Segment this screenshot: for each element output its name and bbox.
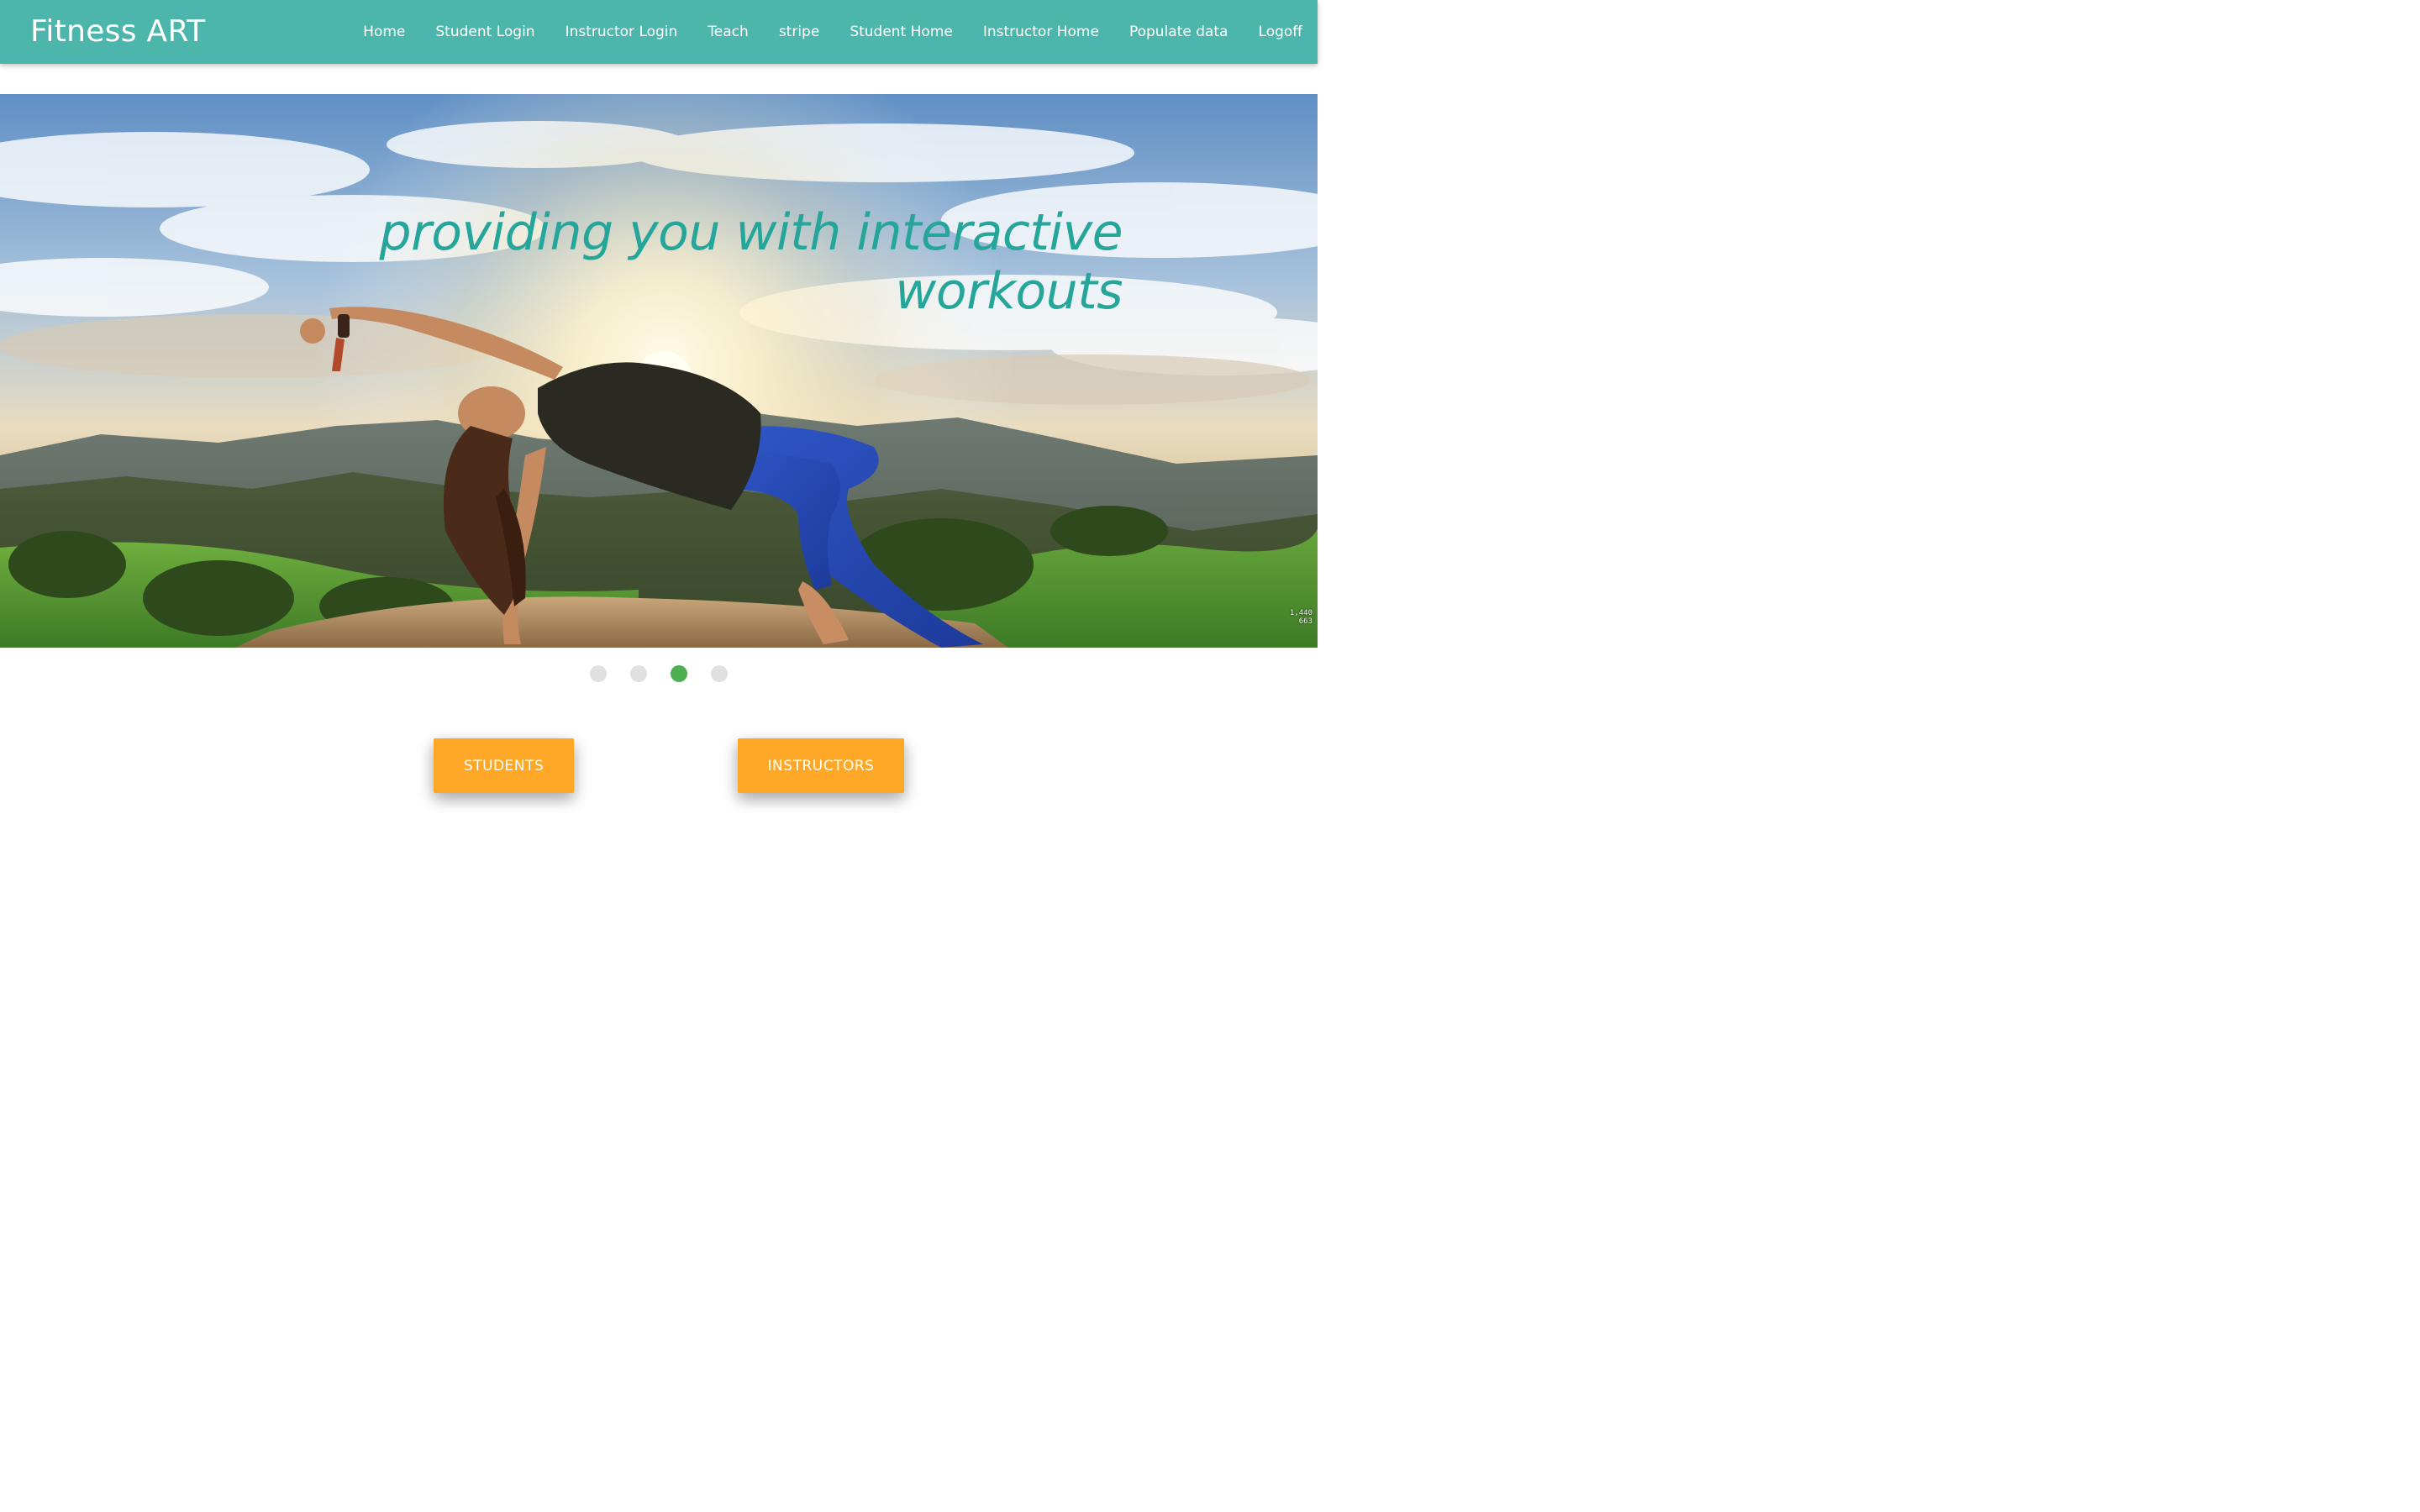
nav-link-home[interactable]: Home	[348, 0, 420, 64]
hero-slider[interactable]: providing you with interactive workouts …	[0, 94, 1318, 648]
brand-logo[interactable]: Fitness ART	[30, 12, 205, 52]
slider-indicator-1[interactable]	[590, 665, 607, 682]
slider-indicators	[0, 665, 1318, 682]
slider-indicator-4[interactable]	[711, 665, 728, 682]
slide-caption: providing you with interactive workouts	[366, 203, 1123, 321]
hero-image-yoga-sunset	[0, 94, 1318, 648]
nav-link-stripe[interactable]: stripe	[764, 0, 835, 64]
nav-links: Home Student Login Instructor Login Teac…	[348, 0, 1318, 64]
image-stamp-width: 1,440	[1289, 609, 1313, 617]
slider-indicator-3[interactable]	[671, 665, 687, 682]
image-dimension-stamp: 1,440 663	[1290, 609, 1313, 626]
nav-link-student-login[interactable]: Student Login	[420, 0, 550, 64]
students-button[interactable]: STUDENTS	[434, 738, 574, 793]
nav-link-student-home[interactable]: Student Home	[834, 0, 968, 64]
slider-indicator-2[interactable]	[630, 665, 647, 682]
slide-caption-line-2: workouts	[895, 262, 1123, 321]
slide-caption-line-1: providing you with interactive	[379, 203, 1123, 262]
image-stamp-height: 663	[1298, 617, 1313, 626]
nav-link-instructor-login[interactable]: Instructor Login	[550, 0, 693, 64]
nav-link-logoff[interactable]: Logoff	[1244, 0, 1318, 64]
nav-link-populate-data[interactable]: Populate data	[1114, 0, 1244, 64]
top-navbar: Fitness ART Home Student Login Instructo…	[0, 0, 1318, 64]
nav-link-teach[interactable]: Teach	[692, 0, 764, 64]
nav-link-instructor-home[interactable]: Instructor Home	[968, 0, 1114, 64]
instructors-button[interactable]: INSTRUCTORS	[738, 738, 904, 793]
